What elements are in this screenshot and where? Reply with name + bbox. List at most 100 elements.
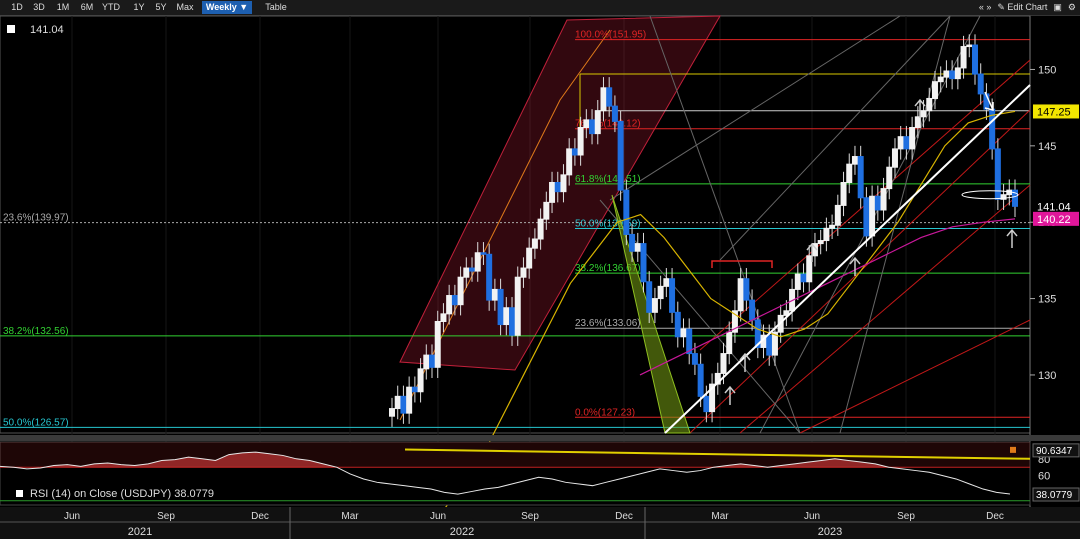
candle-body-83 <box>863 197 870 237</box>
candle-body-55 <box>703 395 710 413</box>
fib-label-2: 61.8%(142.51) <box>575 174 641 185</box>
candle-body-39 <box>611 105 618 122</box>
candle-body-66 <box>766 334 773 356</box>
candle-body-26 <box>537 218 544 240</box>
candle-body-15 <box>474 252 481 272</box>
candle-body-43 <box>634 243 641 252</box>
candle-body-23 <box>520 267 527 278</box>
candle-body-40 <box>617 120 624 191</box>
candle-body-0 <box>389 408 395 417</box>
candle-body-90 <box>903 136 910 150</box>
x-tick-6: Dec <box>615 511 633 522</box>
fib-label-0: 100.0%(151.95) <box>575 30 646 41</box>
candle-body-53 <box>691 353 698 365</box>
candle-body-18 <box>491 288 498 301</box>
year-label-2022: 2022 <box>450 526 474 538</box>
candle-body-21 <box>509 307 516 336</box>
candle-body-24 <box>526 247 533 269</box>
candle-body-73 <box>806 255 813 283</box>
candle-body-17 <box>486 253 493 301</box>
candle-body-7 <box>429 354 436 368</box>
candle-body-29 <box>554 181 561 193</box>
candle-body-36 <box>594 110 601 135</box>
candle-body-38 <box>606 87 613 107</box>
panel-separator <box>0 435 1080 441</box>
candle-body-99 <box>954 67 961 80</box>
rsi-tick-60: 60 <box>1038 471 1050 483</box>
candle-body-9 <box>440 313 447 322</box>
candle-body-80 <box>846 163 853 183</box>
candle-body-34 <box>583 119 590 129</box>
candle-body-48 <box>663 278 670 287</box>
candle-body-62 <box>743 278 750 301</box>
right-label-2: 140.22 <box>1037 214 1071 226</box>
left-fib-label-0: 23.6%(139.97) <box>3 213 69 224</box>
candle-body-22 <box>514 276 521 336</box>
x-tick-4: Jun <box>430 511 446 522</box>
x-tick-8: Jun <box>804 511 820 522</box>
x-tick-1: Sep <box>157 511 175 522</box>
candle-body-19 <box>497 288 504 326</box>
candle-body-20 <box>503 307 510 326</box>
candle-body-88 <box>891 148 898 168</box>
candle-body-16 <box>480 252 487 255</box>
right-label-1: 141.04 <box>1037 201 1071 213</box>
candle-body-6 <box>423 354 430 370</box>
y-tick-label-145: 145 <box>1038 141 1056 153</box>
candle-body-30 <box>560 174 567 193</box>
last-value-label: 141.04 <box>30 24 64 36</box>
candle-body-3 <box>406 386 413 414</box>
candle-body-47 <box>657 285 664 300</box>
x-tick-3: Mar <box>341 511 359 522</box>
x-tick-10: Dec <box>986 511 1004 522</box>
y-tick-label-130: 130 <box>1038 370 1056 382</box>
year-label-2023: 2023 <box>818 526 842 538</box>
candle-body-45 <box>646 281 653 313</box>
candle-body-27 <box>543 201 550 220</box>
left-fib-label-1: 38.2%(132.56) <box>3 326 69 337</box>
candle-body-58 <box>720 353 727 374</box>
candle-body-32 <box>571 148 578 156</box>
candle-body-8 <box>434 320 441 368</box>
candle-body-98 <box>949 70 956 80</box>
candle-body-82 <box>857 156 864 199</box>
candle-body-79 <box>840 181 847 206</box>
candle-body-72 <box>800 273 807 283</box>
candle-body-61 <box>737 278 744 312</box>
candle-body-4 <box>411 386 418 393</box>
candle-body-13 <box>463 267 470 278</box>
candle-body-63 <box>749 299 756 321</box>
candle-body-85 <box>874 195 881 211</box>
right-label-0: 147.25 <box>1037 106 1071 118</box>
candle-body-86 <box>880 188 887 211</box>
candle-body-14 <box>469 267 476 272</box>
candle-body-96 <box>937 76 944 83</box>
candle-body-50 <box>674 311 681 338</box>
candle-body-89 <box>897 136 904 150</box>
y-tick-label-150: 150 <box>1038 64 1056 76</box>
x-tick-2: Dec <box>251 511 269 522</box>
candle-body-106 <box>994 148 1001 200</box>
candle-body-97 <box>943 70 950 78</box>
x-tick-7: Mar <box>711 511 729 522</box>
candle-body-11 <box>451 295 458 306</box>
x-tick-0: Jun <box>64 511 80 522</box>
candle-body-12 <box>457 276 464 306</box>
fib-label-3: 50.0%(139.59) <box>575 218 641 229</box>
candle-body-76 <box>823 227 830 242</box>
candle-body-78 <box>834 204 841 226</box>
candle-body-71 <box>794 273 801 290</box>
price-chart[interactable]: 130135140145150141.04100.0%(151.95)76.4%… <box>0 0 1080 539</box>
candle-body-92 <box>914 116 921 129</box>
candle-body-100 <box>960 46 967 69</box>
candle-body-87 <box>886 166 893 190</box>
candle-body-101 <box>966 44 973 48</box>
rsi-legend-swatch <box>16 490 23 497</box>
candle-body-37 <box>600 87 607 112</box>
candle-body-41 <box>623 189 630 235</box>
candle-body-77 <box>829 224 836 229</box>
candle-body-42 <box>629 233 636 252</box>
rsi-right-label-1: 38.0779 <box>1036 490 1073 501</box>
candle-body-28 <box>549 181 556 203</box>
candle-body-59 <box>726 331 733 355</box>
